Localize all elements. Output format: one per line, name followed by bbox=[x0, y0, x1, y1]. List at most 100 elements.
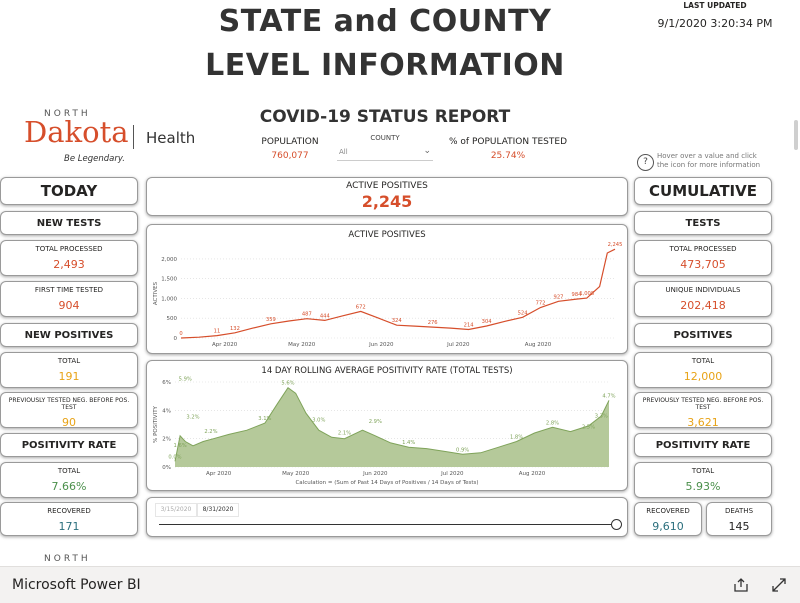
cum-rate-total-value: 5.93% bbox=[685, 480, 721, 493]
cum-rate-total-label: TOTAL bbox=[691, 467, 715, 475]
powerbi-brand[interactable]: Microsoft Power BI bbox=[12, 577, 141, 593]
positivity-chart-card[interactable]: 14 DAY ROLLING AVERAGE POSITIVITY RATE (… bbox=[146, 360, 628, 491]
x-tick-label: Aug 2020 bbox=[525, 342, 552, 348]
new-tests-header: NEW TESTS bbox=[0, 211, 138, 235]
active-positives-chart: ACTIVE POSITIVES ACTIVES 0 500 1,000 1,500 2,0… bbox=[153, 230, 622, 348]
slider-end-date[interactable]: 8/31/2020 bbox=[197, 503, 239, 517]
chart-title: 14 DAY ROLLING AVERAGE POSITIVITY RATE (… bbox=[261, 366, 512, 376]
data-label: 276 bbox=[428, 320, 438, 326]
slider-track[interactable] bbox=[159, 524, 617, 525]
series-area bbox=[175, 387, 609, 467]
today-prev-tested-value: 90 bbox=[62, 416, 76, 429]
cum-deaths-value: 145 bbox=[728, 520, 750, 533]
cum-unique-card[interactable]: UNIQUE INDIVIDUALS 202,418 bbox=[634, 281, 772, 317]
x-tick-label: Jun 2020 bbox=[362, 471, 388, 477]
today-recovered-card[interactable]: RECOVERED 171 bbox=[0, 502, 138, 536]
vertical-scrollbar[interactable] bbox=[794, 120, 798, 150]
data-label: 444 bbox=[320, 313, 331, 319]
cum-positives-total-card[interactable]: TOTAL 12,000 bbox=[634, 352, 772, 388]
data-label: 3.0% bbox=[312, 418, 325, 424]
cum-positivity-header: POSITIVITY RATE bbox=[634, 433, 772, 457]
help-icon[interactable]: ? bbox=[637, 154, 654, 171]
today-first-time-card[interactable]: FIRST TIME TESTED 904 bbox=[0, 281, 138, 317]
logo-divider bbox=[133, 125, 134, 149]
today-total-processed-value: 2,493 bbox=[53, 258, 85, 271]
last-updated-label: LAST UPDATED bbox=[683, 1, 747, 10]
cumulative-title: CUMULATIVE bbox=[649, 182, 757, 200]
x-tick-label: Jun 2020 bbox=[368, 342, 394, 348]
county-label: COUNTY bbox=[370, 134, 400, 142]
data-label: 304 bbox=[482, 319, 493, 325]
cum-deaths-card[interactable]: DEATHS 145 bbox=[706, 502, 772, 536]
data-label: 359 bbox=[266, 317, 276, 323]
today-recovered-label: RECOVERED bbox=[47, 507, 91, 515]
cum-total-processed-card[interactable]: TOTAL PROCESSED 473,705 bbox=[634, 240, 772, 276]
last-updated-value: 9/1/2020 3:20:34 PM bbox=[657, 17, 773, 30]
slider-handle[interactable] bbox=[611, 519, 622, 530]
y-tick-label: 0 bbox=[174, 336, 178, 342]
share-icon[interactable] bbox=[732, 576, 750, 594]
active-positives-card[interactable]: ACTIVE POSITIVES 2,245 bbox=[146, 177, 628, 216]
chevron-down-icon: ⌄ bbox=[423, 146, 431, 156]
cum-recovered-value: 9,610 bbox=[652, 520, 684, 533]
chart-title: ACTIVE POSITIVES bbox=[348, 230, 425, 240]
cum-positives-header: POSITIVES bbox=[634, 323, 772, 347]
report-title: COVID-19 STATUS REPORT bbox=[259, 107, 511, 127]
series-line bbox=[180, 248, 616, 339]
y-axis-label: ACTIVES bbox=[153, 281, 159, 305]
y-tick-label: 500 bbox=[167, 316, 178, 322]
y-tick-label: 4% bbox=[162, 408, 171, 414]
today-first-time-value: 904 bbox=[58, 299, 80, 312]
x-tick-label: May 2020 bbox=[288, 342, 316, 348]
today-first-time-label: FIRST TIME TESTED bbox=[34, 286, 104, 294]
date-range-slicer[interactable]: 3/15/2020 8/31/2020 bbox=[146, 497, 628, 537]
slider-start-date[interactable]: 3/15/2020 bbox=[155, 503, 197, 517]
today-positives-total-card[interactable]: TOTAL 191 bbox=[0, 352, 138, 388]
powerbi-footer: Microsoft Power BI bbox=[0, 566, 800, 603]
data-label: 2.2% bbox=[204, 429, 217, 435]
fullscreen-icon[interactable] bbox=[770, 576, 788, 594]
cum-recovered-card[interactable]: RECOVERED 9,610 bbox=[634, 502, 702, 536]
population-value: 760,077 bbox=[271, 151, 309, 161]
today-positives-total-label: TOTAL bbox=[57, 357, 81, 365]
today-positivity-header: POSITIVITY RATE bbox=[0, 433, 138, 457]
tested-value: 25.74% bbox=[490, 151, 526, 161]
data-label: 0 bbox=[179, 331, 182, 337]
cum-positives-label: POSITIVES bbox=[673, 329, 733, 341]
cumulative-header: CUMULATIVE bbox=[634, 177, 772, 205]
nd-health-logo: NORTH Dakota Health Be Legendary. bbox=[22, 109, 202, 169]
hover-hint: Hover over a value and click the icon fo… bbox=[657, 152, 761, 169]
today-positives-total-value: 191 bbox=[58, 370, 80, 383]
today-rate-total-card[interactable]: TOTAL 7.66% bbox=[0, 462, 138, 498]
data-label: 324 bbox=[392, 318, 403, 324]
bottom-logo-north: NORTH bbox=[44, 554, 91, 564]
data-label: 524 bbox=[518, 310, 529, 316]
cum-positivity-label: POSITIVITY RATE bbox=[655, 439, 751, 451]
cum-tests-label: TESTS bbox=[685, 217, 721, 229]
page-title-line1: STATE and COUNTY bbox=[218, 4, 552, 39]
x-tick-label: Aug 2020 bbox=[519, 471, 546, 477]
county-dropdown[interactable]: All ⌄ bbox=[337, 146, 433, 161]
tested-label: % of POPULATION TESTED bbox=[449, 137, 567, 147]
data-label: 772 bbox=[536, 300, 546, 306]
data-label: 487 bbox=[302, 312, 312, 318]
cum-rate-total-card[interactable]: TOTAL 5.93% bbox=[634, 462, 772, 498]
data-label: 0.9% bbox=[456, 447, 469, 453]
today-recovered-value: 171 bbox=[58, 520, 80, 533]
today-prev-tested-card[interactable]: PREVIOUSLY TESTED NEG. BEFORE POS. TEST … bbox=[0, 392, 138, 429]
x-tick-label: Jul 2020 bbox=[440, 471, 464, 477]
active-positives-chart-card[interactable]: ACTIVE POSITIVES ACTIVES 0 500 1,000 1,500 2,0… bbox=[146, 224, 628, 354]
x-tick-label: May 2020 bbox=[282, 471, 310, 477]
today-prev-tested-label: PREVIOUSLY TESTED NEG. BEFORE POS. TEST bbox=[8, 397, 130, 411]
data-label: 3.2% bbox=[186, 415, 199, 421]
data-label: 0.0% bbox=[168, 454, 181, 460]
today-total-processed-card[interactable]: TOTAL PROCESSED 2,493 bbox=[0, 240, 138, 276]
data-label: 2.1% bbox=[338, 430, 351, 436]
new-tests-label: NEW TESTS bbox=[36, 217, 102, 229]
cum-prev-tested-card[interactable]: PREVIOUSLY TESTED NEG. BEFORE POS. TEST … bbox=[634, 392, 772, 429]
today-title: TODAY bbox=[40, 182, 98, 200]
logo-tagline: Be Legendary. bbox=[64, 154, 125, 164]
data-label: 2.8% bbox=[546, 420, 559, 426]
y-tick-label: 1,000 bbox=[161, 296, 177, 302]
y-tick-label: 0% bbox=[162, 465, 171, 471]
